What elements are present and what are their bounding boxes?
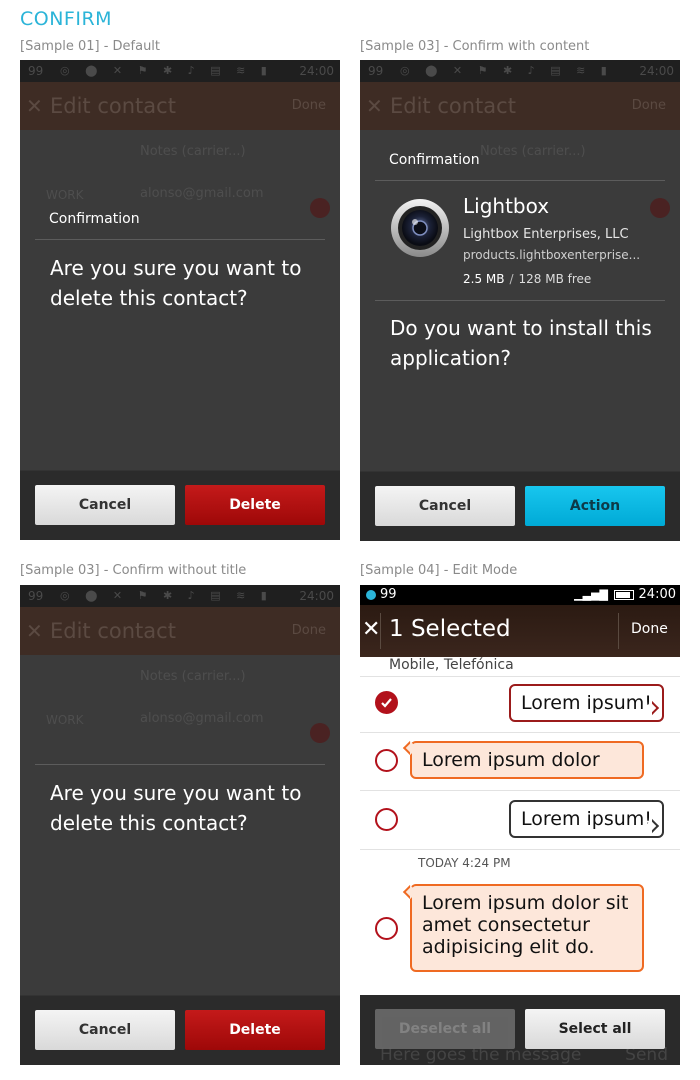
- header-separator: [618, 613, 619, 649]
- message-checkbox[interactable]: [375, 691, 398, 714]
- message-timestamp: TODAY 4:24 PM: [418, 856, 511, 870]
- status-bar: 99 ◎ ⬤ ✕ ⚑ ✱ ♪ ▤ ≋ ▮ 24:00: [20, 585, 340, 607]
- app-url: products.lightboxenterprise...: [463, 248, 641, 262]
- clock: 24:00: [299, 64, 334, 78]
- status-icons: ◎ ⬤ ✕ ⚑ ✱ ♪ ▤ ≋ ▮: [60, 64, 273, 77]
- header-title: Edit contact: [390, 94, 516, 118]
- app-size-info: 2.5 MB / 128 MB free: [463, 272, 591, 286]
- notes-placeholder: Notes (carrier...): [480, 144, 586, 159]
- dialog-title: Confirmation: [389, 152, 480, 168]
- close-icon: ✕: [366, 94, 383, 118]
- done-button: Done: [631, 98, 666, 113]
- close-icon[interactable]: ✕: [362, 617, 380, 642]
- message-bubble-sent[interactable]: Lorem ipsum!: [509, 800, 664, 838]
- status-icons: ◎ ⬤ ✕ ⚑ ✱ ♪ ▤ ≋ ▮: [400, 64, 613, 77]
- dialog-button-bar: Cancel Action: [360, 471, 680, 541]
- status-bar: 99 ◎ ⬤ ✕ ⚑ ✱ ♪ ▤ ≋ ▮ 24:00: [20, 60, 340, 82]
- dialog-divider: [375, 300, 665, 301]
- row-divider: [360, 849, 680, 850]
- app-name: Lightbox: [463, 194, 550, 218]
- phone-screen-default: 99 ◎ ⬤ ✕ ⚑ ✱ ♪ ▤ ≋ ▮ 24:00 ✕ Edit contac…: [20, 60, 340, 540]
- email-type-label: WORK: [46, 713, 84, 727]
- dialog-divider: [375, 180, 665, 181]
- dialog-divider: [35, 239, 325, 240]
- header-title: Edit contact: [50, 619, 176, 643]
- cancel-button[interactable]: Cancel: [375, 486, 515, 526]
- message-bubble-received[interactable]: Lorem ipsum dolor: [410, 741, 644, 779]
- sample-caption: [Sample 03] - Confirm with content: [360, 39, 590, 54]
- dialog-divider: [35, 764, 325, 765]
- close-icon: ✕: [26, 619, 43, 643]
- message-bubble-sent[interactable]: Lorem ipsum!: [509, 684, 664, 722]
- clock: 24:00: [299, 589, 334, 603]
- remove-icon: [650, 198, 670, 218]
- notification-count: 99: [380, 587, 397, 602]
- phone-screen-edit-mode: 99 ▁▃▅▇ 24:00 ✕ 1 Selected Done Mobile, …: [360, 585, 680, 1065]
- notification-count: 99: [368, 64, 384, 78]
- select-all-button[interactable]: Select all: [525, 1009, 665, 1049]
- email-type-label: WORK: [46, 188, 84, 202]
- message-checkbox[interactable]: [375, 749, 398, 772]
- header-separator: [380, 613, 381, 649]
- email-value: alonso@gmail.com: [140, 186, 264, 201]
- app-header: ✕ Edit contact Done: [360, 82, 680, 130]
- edit-mode-header: ✕ 1 Selected Done: [360, 605, 680, 657]
- header-title: Edit contact: [50, 94, 176, 118]
- edit-mode-button-bar: Here goes the message Send Deselect all …: [360, 995, 680, 1065]
- message-checkbox[interactable]: [375, 808, 398, 831]
- delete-button[interactable]: Delete: [185, 1010, 325, 1050]
- check-icon: [381, 698, 392, 708]
- clock: 24:00: [638, 587, 676, 602]
- size-separator: /: [509, 272, 514, 286]
- dialog-button-bar: Cancel Delete: [20, 995, 340, 1065]
- done-button: Done: [291, 98, 326, 113]
- notification-count: 99: [28, 64, 44, 78]
- notes-placeholder: Notes (carrier...): [140, 669, 246, 684]
- battery-icon: [614, 590, 634, 600]
- clock: 24:00: [639, 64, 674, 78]
- signal-icon: ▁▃▅▇: [574, 588, 608, 601]
- action-button[interactable]: Action: [525, 486, 665, 526]
- message-bubble-received[interactable]: Lorem ipsum dolor sit amet consectetur a…: [410, 884, 644, 972]
- cancel-button[interactable]: Cancel: [35, 485, 175, 525]
- notes-placeholder: Notes (carrier...): [140, 144, 246, 159]
- dialog-title: Confirmation: [49, 211, 140, 227]
- status-bar: 99 ▁▃▅▇ 24:00: [360, 585, 680, 605]
- cancel-button[interactable]: Cancel: [35, 1010, 175, 1050]
- dialog-message: Do you want to install this application?: [390, 316, 652, 370]
- app-size: 2.5 MB: [463, 272, 505, 286]
- app-header: ✕ Edit contact Done: [20, 607, 340, 655]
- carrier-subtitle: Mobile, Telefónica: [389, 657, 514, 673]
- message-checkbox[interactable]: [375, 917, 398, 940]
- app-header: ✕ Edit contact Done: [20, 82, 340, 130]
- delete-button[interactable]: Delete: [185, 485, 325, 525]
- dialog-button-bar: Cancel Delete: [20, 470, 340, 540]
- dialog-message: Are you sure you want to delete this con…: [50, 781, 302, 835]
- sample-caption: [Sample 03] - Confirm without title: [20, 563, 247, 578]
- page-title: CONFIRM: [20, 8, 113, 30]
- remove-icon: [310, 723, 330, 743]
- free-space: 128 MB free: [518, 272, 592, 286]
- selection-count-title: 1 Selected: [389, 616, 511, 642]
- deselect-all-button[interactable]: Deselect all: [375, 1009, 515, 1049]
- email-value: alonso@gmail.com: [140, 711, 264, 726]
- dialog-message: Are you sure you want to delete this con…: [50, 256, 302, 310]
- notification-count: 99: [28, 589, 44, 603]
- lightbox-app-icon: [391, 199, 449, 257]
- sample-caption: [Sample 04] - Edit Mode: [360, 563, 518, 578]
- row-divider: [360, 732, 680, 733]
- status-bar: 99 ◎ ⬤ ✕ ⚑ ✱ ♪ ▤ ≋ ▮ 24:00: [360, 60, 680, 82]
- app-vendor: Lightbox Enterprises, LLC: [463, 227, 629, 242]
- close-icon: ✕: [26, 94, 43, 118]
- row-divider: [360, 790, 680, 791]
- phone-screen-no-title: 99 ◎ ⬤ ✕ ⚑ ✱ ♪ ▤ ≋ ▮ 24:00 ✕ Edit contac…: [20, 585, 340, 1065]
- row-divider: [360, 676, 680, 677]
- done-button: Done: [291, 623, 326, 638]
- phone-screen-with-content: 99 ◎ ⬤ ✕ ⚑ ✱ ♪ ▤ ≋ ▮ 24:00 ✕ Edit contac…: [360, 60, 680, 541]
- done-button[interactable]: Done: [631, 621, 668, 637]
- status-icons: ◎ ⬤ ✕ ⚑ ✱ ♪ ▤ ≋ ▮: [60, 589, 273, 602]
- remove-icon: [310, 198, 330, 218]
- notification-icon: [366, 590, 376, 600]
- sample-caption: [Sample 01] - Default: [20, 39, 161, 54]
